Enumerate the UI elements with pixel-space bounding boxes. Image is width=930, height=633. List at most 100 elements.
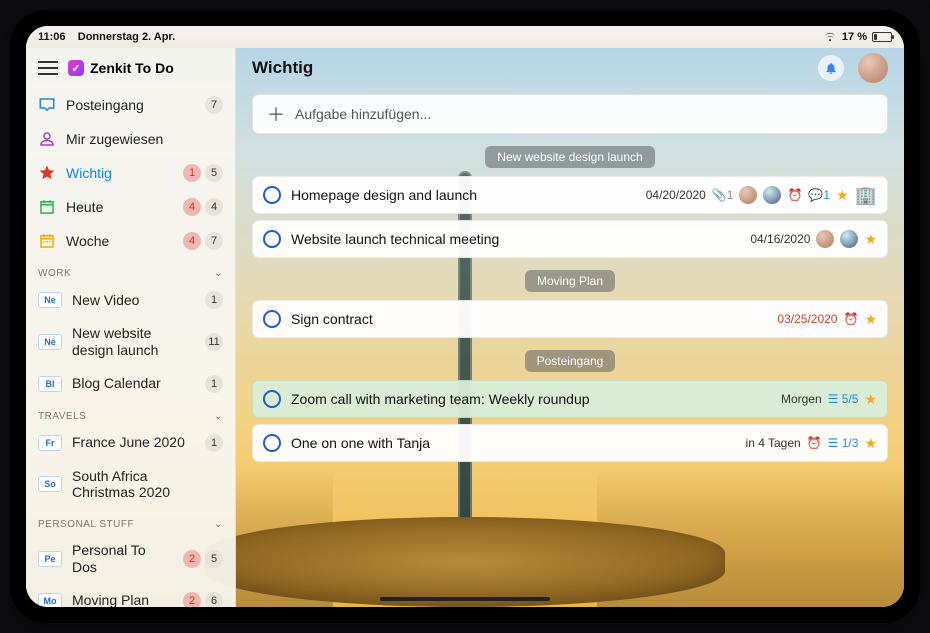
task-date: 03/25/2020 <box>777 312 837 326</box>
sidebar-list-item[interactable]: Bl Blog Calendar 1 <box>26 367 235 401</box>
sidebar-list-item[interactable]: Pe Personal To Dos 2 5 <box>26 534 235 584</box>
task-checkbox[interactable] <box>263 310 281 328</box>
add-task-row[interactable]: ＋ Aufgabe hinzufügen... <box>252 94 888 134</box>
brand: ✓ Zenkit To Do <box>68 60 174 76</box>
task-checkbox[interactable] <box>263 434 281 452</box>
star-icon[interactable]: ★ <box>864 311 877 328</box>
task-title: Sign contract <box>291 311 767 327</box>
brand-logo-icon: ✓ <box>68 60 84 76</box>
group-tag[interactable]: Moving Plan <box>525 270 615 292</box>
task-due-text: Morgen <box>781 392 822 406</box>
topbar: Wichtig <box>236 48 904 88</box>
add-task-placeholder: Aufgabe hinzufügen... <box>295 106 431 122</box>
star-icon[interactable]: ★ <box>864 231 877 248</box>
avatar[interactable] <box>858 53 888 83</box>
sidebar-header: ✓ Zenkit To Do <box>26 48 235 88</box>
count-badge: 5 <box>205 164 223 182</box>
count-badge: 5 <box>205 550 223 568</box>
sidebar-list-item[interactable]: Ne New website design launch 11 <box>26 317 235 367</box>
task-row[interactable]: Sign contract 03/25/2020⏰★ <box>252 300 888 338</box>
task-date: 04/16/2020 <box>750 232 810 246</box>
count-badge: 7 <box>205 232 223 250</box>
task-checkbox[interactable] <box>263 390 281 408</box>
status-date: Donnerstag 2. Apr. <box>78 31 175 43</box>
count-badge: 6 <box>205 592 223 607</box>
task-row[interactable]: Homepage design and launch 04/20/2020📎1⏰… <box>252 176 888 214</box>
inbox-icon <box>38 96 56 114</box>
thumbnail-icon: 🏢 <box>855 185 877 206</box>
sidebar-item-label: New Video <box>72 292 195 309</box>
status-bar: 11:06 Donnerstag 2. Apr. 17 % <box>26 26 904 48</box>
task-row[interactable]: Zoom call with marketing team: Weekly ro… <box>252 380 888 418</box>
count-badge: 1 <box>205 434 223 452</box>
page-title: Wichtig <box>252 58 313 78</box>
calendar-today-icon <box>38 198 56 216</box>
star-icon[interactable]: ★ <box>864 391 877 408</box>
section-title: TRAVELS <box>38 411 86 422</box>
sidebar-item-wichtig[interactable]: Wichtig 1 5 <box>26 156 235 190</box>
task-checkbox[interactable] <box>263 186 281 204</box>
status-time: 11:06 <box>38 31 66 43</box>
plus-icon: ＋ <box>267 101 285 127</box>
battery-pct: 17 % <box>842 31 867 43</box>
sidebar-item-label: South Africa Christmas 2020 <box>72 468 213 502</box>
chevron-down-icon: ⌄ <box>214 519 223 530</box>
assignee-avatar <box>763 186 781 204</box>
sidebar-item-label: Mir zugewiesen <box>66 131 213 148</box>
sidebar-list-item[interactable]: Ne New Video 1 <box>26 283 235 317</box>
subtask-count: ☰ 5/5 <box>828 392 859 406</box>
sidebar-item-label: Moving Plan <box>72 592 173 607</box>
star-icon[interactable]: ★ <box>864 435 877 452</box>
list-abbr-icon: So <box>38 476 62 492</box>
task-checkbox[interactable] <box>263 230 281 248</box>
star-icon[interactable]: ★ <box>836 187 849 204</box>
screen: 11:06 Donnerstag 2. Apr. 17 % <box>26 26 904 607</box>
sidebar-list-item[interactable]: Mo Moving Plan 2 6 <box>26 584 235 607</box>
count-badge: 11 <box>205 333 223 351</box>
count-badge: 1 <box>183 164 201 182</box>
section-title: WORK <box>38 268 71 279</box>
sidebar-item-label: Posteingang <box>66 97 195 114</box>
attachment-icon: 📎1 <box>712 188 734 202</box>
sidebar-item-label: France June 2020 <box>72 434 195 451</box>
app: ✓ Zenkit To Do Posteingang 7 Mir zugewie… <box>26 48 904 607</box>
user-icon <box>38 130 56 148</box>
assignee-avatar <box>739 186 757 204</box>
sidebar-item-label: Personal To Dos <box>72 542 173 576</box>
sidebar: ✓ Zenkit To Do Posteingang 7 Mir zugewie… <box>26 48 236 607</box>
sidebar-item-woche[interactable]: Woche 4 7 <box>26 224 235 258</box>
sidebar-item-label: Blog Calendar <box>72 375 195 392</box>
count-badge: 4 <box>183 232 201 250</box>
sidebar-section-header[interactable]: TRAVELS ⌄ <box>26 401 235 426</box>
chevron-down-icon: ⌄ <box>214 411 223 422</box>
battery-icon <box>872 32 892 42</box>
count-badge: 2 <box>183 592 201 607</box>
group-tag[interactable]: New website design launch <box>485 146 654 168</box>
sidebar-item-label: Woche <box>66 233 173 250</box>
hamburger-icon[interactable] <box>38 61 58 75</box>
section-title: PERSONAL STUFF <box>38 519 134 530</box>
tablet-frame: 11:06 Donnerstag 2. Apr. 17 % <box>10 10 920 623</box>
count-badge: 4 <box>183 198 201 216</box>
sidebar-item-heute[interactable]: Heute 4 4 <box>26 190 235 224</box>
list-abbr-icon: Ne <box>38 334 62 350</box>
group-tag[interactable]: Posteingang <box>525 350 616 372</box>
task-row[interactable]: One on one with Tanja in 4 Tagen⏰☰ 1/3★ <box>252 424 888 462</box>
sidebar-section-header[interactable]: PERSONAL STUFF ⌄ <box>26 509 235 534</box>
count-badge: 7 <box>205 96 223 114</box>
list-abbr-icon: Fr <box>38 435 62 451</box>
sidebar-list-item[interactable]: Fr France June 2020 1 <box>26 426 235 460</box>
task-title: Zoom call with marketing team: Weekly ro… <box>291 391 771 407</box>
task-row[interactable]: Website launch technical meeting 04/16/2… <box>252 220 888 258</box>
notifications-button[interactable] <box>818 55 844 81</box>
assignee-avatar <box>840 230 858 248</box>
sidebar-item-mir-zugewiesen[interactable]: Mir zugewiesen <box>26 122 235 156</box>
sidebar-item-label: New website design launch <box>72 325 195 359</box>
sidebar-list-item[interactable]: So South Africa Christmas 2020 <box>26 460 235 510</box>
sidebar-section-header[interactable]: WORK⌄ <box>26 258 235 283</box>
task-date: 04/20/2020 <box>646 188 706 202</box>
sidebar-item-label: Wichtig <box>66 165 173 182</box>
calendar-week-icon <box>38 232 56 250</box>
sidebar-item-posteingang[interactable]: Posteingang 7 <box>26 88 235 122</box>
count-badge: 4 <box>205 198 223 216</box>
